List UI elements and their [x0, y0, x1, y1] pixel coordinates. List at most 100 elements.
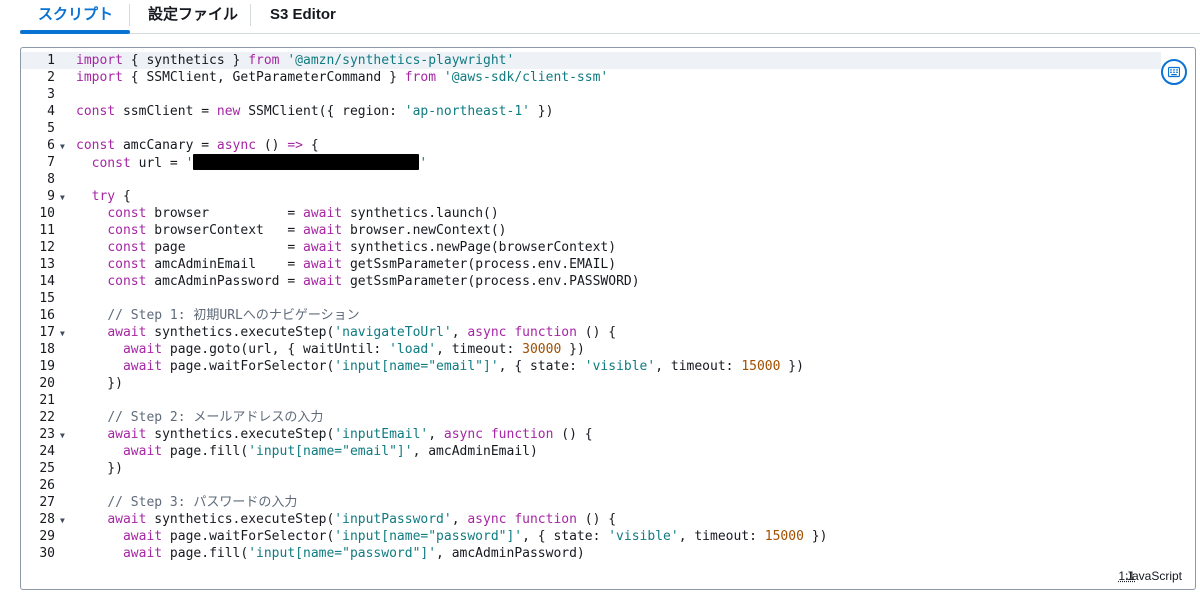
code-text: await page.fill('input[name="password"]'… [122, 546, 585, 561]
line-number: 11 [39, 223, 55, 238]
fold-toggle-icon[interactable]: ▼ [60, 189, 65, 206]
line-number: 1 [47, 53, 55, 68]
line-number: 20 [39, 376, 55, 391]
code-line[interactable]: 2 import { SSMClient, GetParameterCommand… [21, 69, 1161, 86]
tab-script[interactable]: スクリプト [38, 6, 113, 28]
line-number: 29 [39, 529, 55, 544]
code-line[interactable]: 5 [21, 120, 1161, 137]
code-line[interactable]: 27 // Step 3: パスワードの入力 [21, 494, 1161, 511]
code-line[interactable]: 28 ▼ await synthetics.executeStep('inputP… [21, 511, 1161, 528]
code-text: const page = await synthetics.newPage(br… [107, 240, 617, 255]
code-line[interactable]: 7 const url = ' ' [21, 154, 1161, 171]
code-text: await page.waitForSelector('input[name="… [122, 359, 804, 374]
code-line[interactable]: 25 }) [21, 460, 1161, 477]
code-line[interactable]: 10 const browser = await synthetics.laun… [21, 205, 1161, 222]
line-number: 3 [47, 87, 55, 102]
line-number: 8 [47, 172, 55, 187]
line-number: 6 [47, 138, 55, 153]
fold-toggle-icon[interactable]: ▼ [60, 512, 65, 529]
line-number: 16 [39, 308, 55, 323]
line-number: 27 [39, 495, 55, 510]
code-text: const browser = await synthetics.launch(… [107, 206, 499, 221]
fold-toggle-icon[interactable]: ▼ [60, 427, 65, 444]
code-text: // Step 1: 初期URLへのナビゲーション [107, 308, 360, 323]
code-text: }) [76, 376, 123, 391]
line-number: 25 [39, 461, 55, 476]
code-line[interactable]: 20 }) [21, 375, 1161, 392]
code-text: await page.goto(url, { waitUntil: 'load'… [122, 342, 585, 357]
line-number: 10 [39, 206, 55, 221]
editor-status-bar: 1:1 JavaScript [21, 567, 1195, 589]
line-number: 12 [39, 240, 55, 255]
code-line[interactable]: 21 [21, 392, 1161, 409]
line-number: 23 [39, 427, 55, 442]
code-text: }) [76, 461, 123, 476]
code-text: const amcCanary = async () => { [76, 138, 319, 153]
code-line[interactable]: 15 [21, 290, 1161, 307]
code-line[interactable]: 12 const page = await synthetics.newPage… [21, 239, 1161, 256]
line-number: 9 [47, 189, 55, 204]
code-line[interactable]: 6 ▼ const amcCanary = async () => { [21, 137, 1161, 154]
code-line[interactable]: 29 await page.waitForSelector('input[nam… [21, 528, 1161, 545]
code-line[interactable]: 17 ▼ await synthetics.executeStep('naviga… [21, 324, 1161, 341]
tab-bar: スクリプト 設定ファイル S3 Editor [20, 0, 1200, 34]
line-number: 5 [47, 121, 55, 136]
line-number: 24 [39, 444, 55, 459]
line-number: 22 [39, 410, 55, 425]
fold-toggle-icon[interactable]: ▼ [60, 138, 65, 155]
line-number: 21 [39, 393, 55, 408]
line-number: 14 [39, 274, 55, 289]
code-text: // Step 2: メールアドレスの入力 [107, 410, 324, 425]
line-number: 2 [47, 70, 55, 85]
tab-divider [250, 4, 251, 26]
code-line[interactable]: 24 await page.fill('input[name="email"]'… [21, 443, 1161, 460]
code-line[interactable]: 30 await page.fill('input[name="password… [21, 545, 1161, 562]
code-text: await page.waitForSelector('input[name="… [122, 529, 828, 544]
code-line[interactable]: 9 ▼ try { [21, 188, 1161, 205]
code-text: // Step 3: パスワードの入力 [107, 495, 298, 510]
code-line[interactable]: 23 ▼ await synthetics.executeStep('inputE… [21, 426, 1161, 443]
line-number: 15 [39, 291, 55, 306]
code-area[interactable]: 1 import { synthetics } from '@amzn/synth… [21, 52, 1171, 567]
redacted-block [193, 154, 420, 170]
code-line[interactable]: 13 const amcAdminEmail = await getSsmPar… [21, 256, 1161, 273]
line-number: 19 [39, 359, 55, 374]
code-line[interactable]: 3 [21, 86, 1161, 103]
tab-config-file[interactable]: 設定ファイル [148, 6, 238, 28]
code-line[interactable]: 26 [21, 477, 1161, 494]
code-line[interactable]: 22 // Step 2: メールアドレスの入力 [21, 409, 1161, 426]
fold-toggle-icon[interactable]: ▼ [60, 325, 65, 342]
code-line[interactable]: 14 const amcAdminPassword = await getSsm… [21, 273, 1161, 290]
code-text: import { synthetics } from '@amzn/synthe… [76, 53, 515, 68]
code-editor[interactable]: 1 import { synthetics } from '@amzn/synth… [20, 47, 1196, 590]
code-line[interactable]: 1 import { synthetics } from '@amzn/synth… [21, 52, 1161, 69]
language-label: JavaScript [1125, 569, 1182, 583]
line-number: 26 [39, 478, 55, 493]
code-text: try { [91, 189, 131, 204]
code-text: const amcAdminEmail = await getSsmParame… [107, 257, 617, 272]
code-line[interactable]: 16 // Step 1: 初期URLへのナビゲーション [21, 307, 1161, 324]
code-text: await synthetics.executeStep('inputPassw… [107, 512, 617, 527]
code-line[interactable]: 11 const browserContext = await browser.… [21, 222, 1161, 239]
code-text: const ssmClient = new SSMClient({ region… [76, 104, 554, 119]
line-number: 18 [39, 342, 55, 357]
code-text: const url = ' ' [91, 154, 428, 171]
line-number: 28 [39, 512, 55, 527]
line-number: 4 [47, 104, 55, 119]
active-tab-indicator [20, 30, 130, 34]
code-text: await synthetics.executeStep('navigateTo… [107, 325, 617, 340]
tab-s3-editor[interactable]: S3 Editor [270, 6, 336, 28]
line-number: 17 [39, 325, 55, 340]
code-text: const browserContext = await browser.new… [107, 223, 507, 238]
code-text: const amcAdminPassword = await getSsmPar… [107, 274, 640, 289]
line-number: 30 [39, 546, 55, 561]
code-text: import { SSMClient, GetParameterCommand … [76, 70, 609, 85]
line-number: 7 [47, 155, 55, 170]
code-text: await page.fill('input[name="email"]', a… [122, 444, 538, 459]
code-line[interactable]: 18 await page.goto(url, { waitUntil: 'lo… [21, 341, 1161, 358]
code-line[interactable]: 19 await page.waitForSelector('input[nam… [21, 358, 1161, 375]
tab-divider [129, 4, 130, 26]
code-line[interactable]: 4 const ssmClient = new SSMClient({ regio… [21, 103, 1161, 120]
editor-settings-button[interactable] [1161, 59, 1187, 85]
code-line[interactable]: 8 [21, 171, 1161, 188]
